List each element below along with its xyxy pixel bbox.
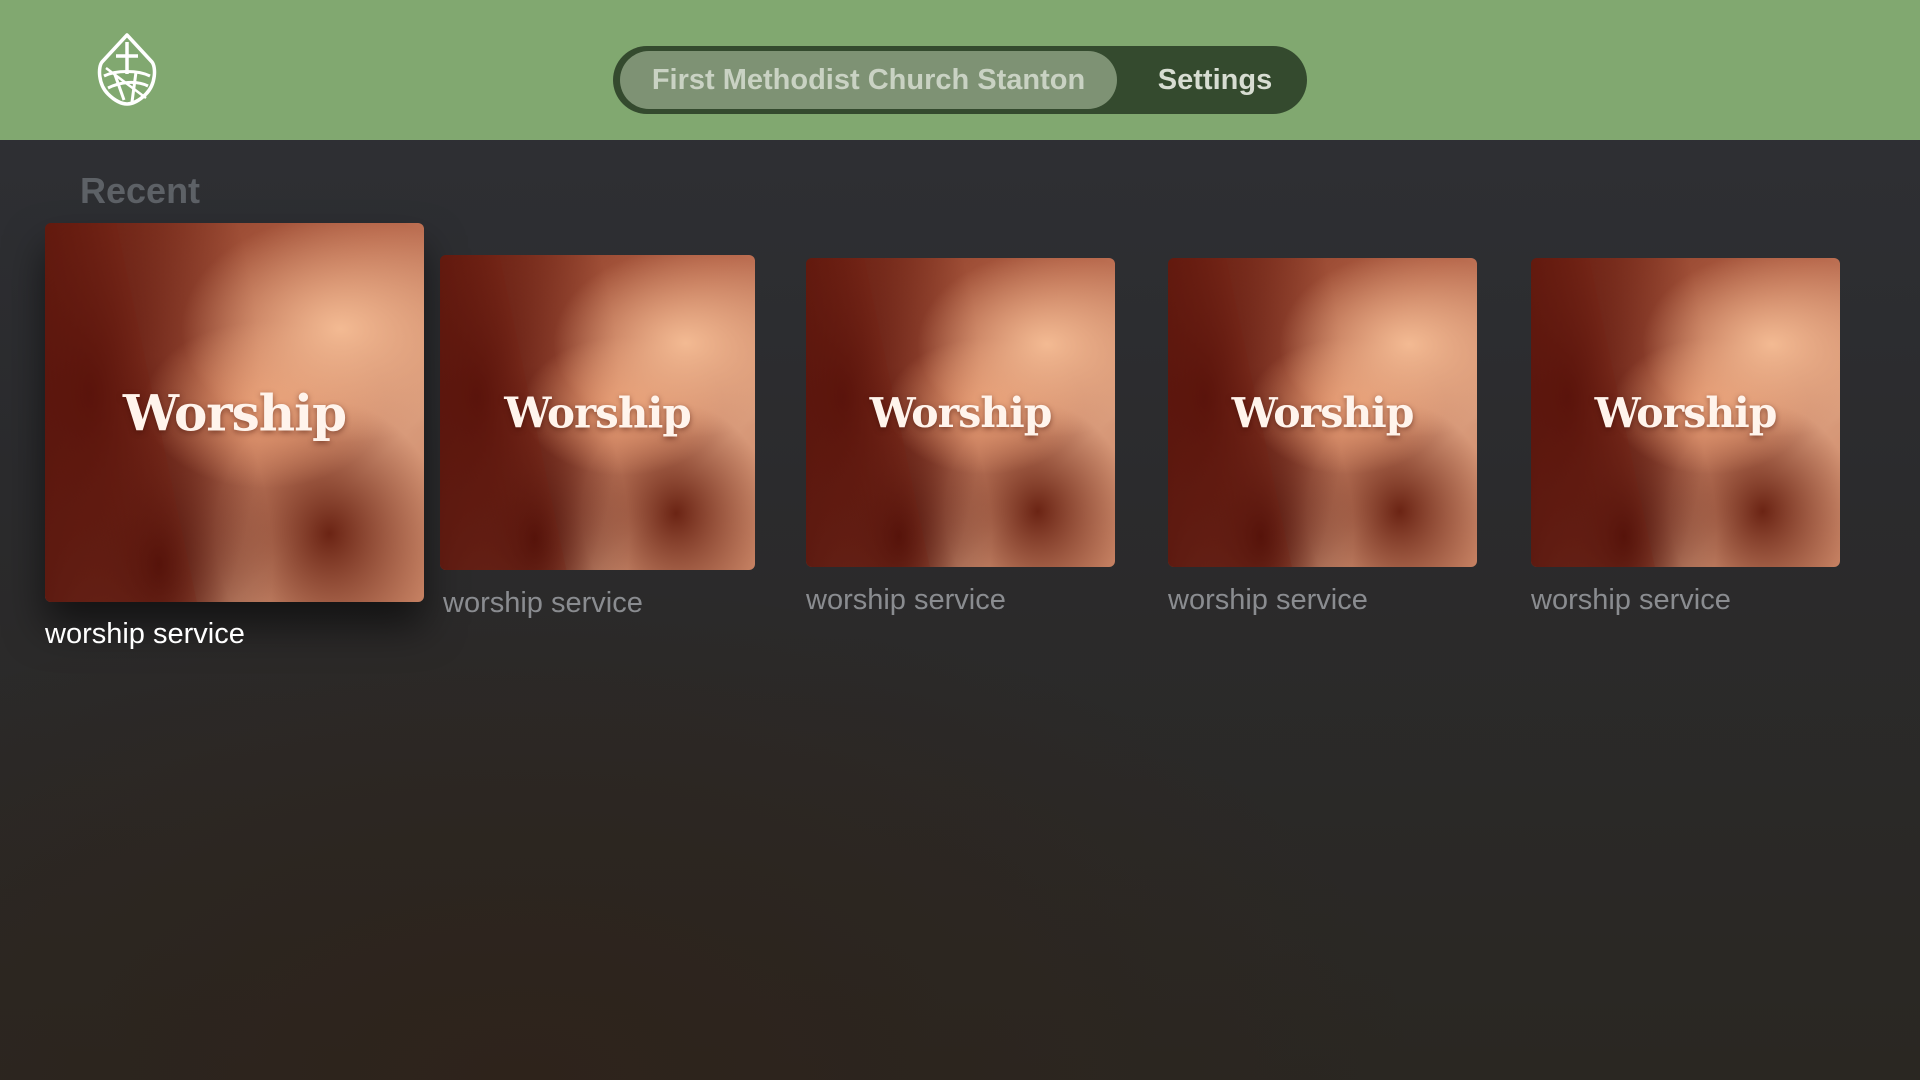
recent-item-label: worship service <box>45 618 245 650</box>
top-tab-bar: First Methodist Church Stanton Settings <box>613 46 1307 114</box>
top-bar: First Methodist Church Stanton Settings <box>0 0 1920 140</box>
recent-item-label: worship service <box>1531 584 1731 616</box>
thumbnail-title: Worship <box>504 388 691 437</box>
recent-item-card[interactable]: Worship worship service <box>806 258 1115 623</box>
recent-item-label: worship service <box>806 584 1006 616</box>
thumbnail-title: Worship <box>122 383 347 442</box>
recent-item-card[interactable]: Worship worship service <box>1168 258 1477 623</box>
recent-item-label: worship service <box>1168 584 1368 616</box>
recent-item-card[interactable]: Worship worship service <box>1531 258 1840 623</box>
recent-item-label: worship service <box>443 587 643 619</box>
recent-item-card[interactable]: Worship worship service <box>45 223 424 663</box>
worship-thumbnail: Worship <box>1531 258 1840 567</box>
worship-thumbnail: Worship <box>1168 258 1477 567</box>
thumbnail-title: Worship <box>1594 388 1778 437</box>
worship-thumbnail: Worship <box>45 223 424 602</box>
tab-settings[interactable]: Settings <box>1131 51 1299 109</box>
recent-item-card[interactable]: Worship worship service <box>440 255 755 625</box>
section-title-recent: Recent <box>80 170 201 211</box>
thumbnail-title: Worship <box>1231 388 1415 437</box>
worship-thumbnail: Worship <box>806 258 1115 567</box>
church-globe-logo-icon <box>97 33 157 106</box>
thumbnail-title: Worship <box>869 388 1053 437</box>
tab-first-methodist-church-stanton[interactable]: First Methodist Church Stanton <box>620 51 1117 109</box>
worship-thumbnail: Worship <box>440 255 755 570</box>
